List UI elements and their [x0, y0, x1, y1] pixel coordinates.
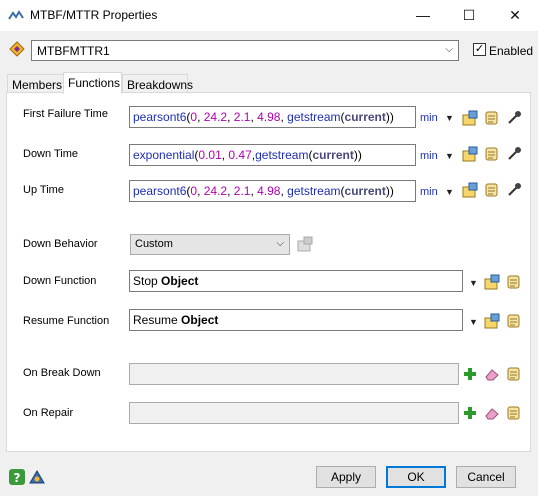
sampler-icon[interactable] — [29, 469, 45, 485]
down-time-units[interactable]: min — [420, 150, 438, 162]
up-time-units[interactable]: min — [420, 186, 438, 198]
up-time-field[interactable]: pearsont6(0, 24.2, 2.1, 4.98, getstream(… — [129, 180, 416, 202]
on-repair-field[interactable] — [129, 402, 459, 424]
template-icon[interactable] — [506, 366, 522, 382]
template-icon[interactable] — [506, 274, 522, 290]
down-time-label: Down Time — [23, 148, 79, 160]
eyedropper-icon[interactable] — [506, 110, 522, 126]
down-behavior-select[interactable]: Custom ⌵ — [130, 234, 290, 255]
units-dropdown-icon[interactable]: ▼ — [445, 113, 454, 123]
up-time-label: Up Time — [23, 184, 64, 196]
down-behavior-label: Down Behavior — [23, 238, 98, 250]
svg-text:?: ? — [14, 471, 21, 485]
enabled-label: Enabled — [489, 44, 534, 58]
apply-button[interactable]: Apply — [316, 466, 376, 488]
dropdown-arrow-icon[interactable]: ▼ — [469, 278, 478, 288]
properties-icon[interactable] — [462, 182, 478, 198]
template-icon[interactable] — [484, 182, 500, 198]
template-icon[interactable] — [484, 146, 500, 162]
minimize-button[interactable]: — — [400, 0, 446, 31]
enabled-checkbox[interactable]: ✓ — [473, 43, 486, 56]
resume-function-label: Resume Function — [23, 315, 110, 327]
window-title: MTBF/MTTR Properties — [30, 8, 158, 22]
first-failure-field[interactable]: pearsont6(0, 24.2, 2.1, 4.98, getstream(… — [129, 106, 416, 128]
eyedropper-icon[interactable] — [506, 182, 522, 198]
dropdown-arrow-icon[interactable]: ▼ — [469, 317, 478, 327]
down-function-field[interactable]: Stop Object — [129, 270, 463, 292]
eyedropper-icon[interactable] — [506, 146, 522, 162]
help-icon[interactable]: ? — [9, 469, 25, 485]
maximize-button[interactable]: ☐ — [446, 0, 492, 31]
on-repair-label: On Repair — [23, 407, 74, 419]
chevron-down-icon: ⌵ — [276, 238, 284, 249]
down-time-field[interactable]: exponential(0.01, 0.47,getstream(current… — [129, 144, 416, 166]
cancel-button[interactable]: Cancel — [456, 466, 516, 488]
tab-functions[interactable]: Functions — [63, 72, 122, 94]
properties-icon[interactable] — [462, 110, 478, 126]
on-break-down-label: On Break Down — [23, 367, 101, 379]
down-function-label: Down Function — [23, 275, 97, 287]
resume-function-field[interactable]: Resume Object — [129, 309, 463, 331]
first-failure-units[interactable]: min — [420, 112, 438, 124]
ok-button[interactable]: OK — [386, 466, 446, 488]
title-bar: MTBF/MTTR Properties — ☐ ✕ — [0, 0, 538, 31]
units-dropdown-icon[interactable]: ▼ — [445, 151, 454, 161]
object-name-combo[interactable]: MTBFMTTR1 ⌵ — [31, 40, 459, 61]
eraser-icon[interactable] — [484, 405, 500, 421]
object-name: MTBFMTTR1 — [37, 44, 110, 58]
template-icon[interactable] — [506, 313, 522, 329]
on-break-down-field[interactable] — [129, 363, 459, 385]
close-button[interactable]: ✕ — [492, 0, 538, 31]
add-icon[interactable] — [462, 366, 478, 382]
chevron-down-icon: ⌵ — [445, 44, 453, 55]
template-icon[interactable] — [506, 405, 522, 421]
properties-icon[interactable] — [462, 146, 478, 162]
properties-icon[interactable] — [484, 274, 500, 290]
add-icon[interactable] — [462, 405, 478, 421]
tab-members[interactable]: Members — [7, 74, 64, 92]
tab-breakdowns[interactable]: Breakdowns — [122, 74, 193, 92]
eraser-icon[interactable] — [484, 366, 500, 382]
properties-icon-disabled — [297, 236, 313, 252]
template-icon[interactable] — [484, 110, 500, 126]
units-dropdown-icon[interactable]: ▼ — [445, 187, 454, 197]
flexsim-logo-icon — [8, 10, 24, 20]
object-type-icon — [9, 41, 25, 57]
first-failure-label: First Failure Time — [23, 108, 108, 120]
down-behavior-value: Custom — [135, 238, 173, 250]
properties-icon[interactable] — [484, 313, 500, 329]
